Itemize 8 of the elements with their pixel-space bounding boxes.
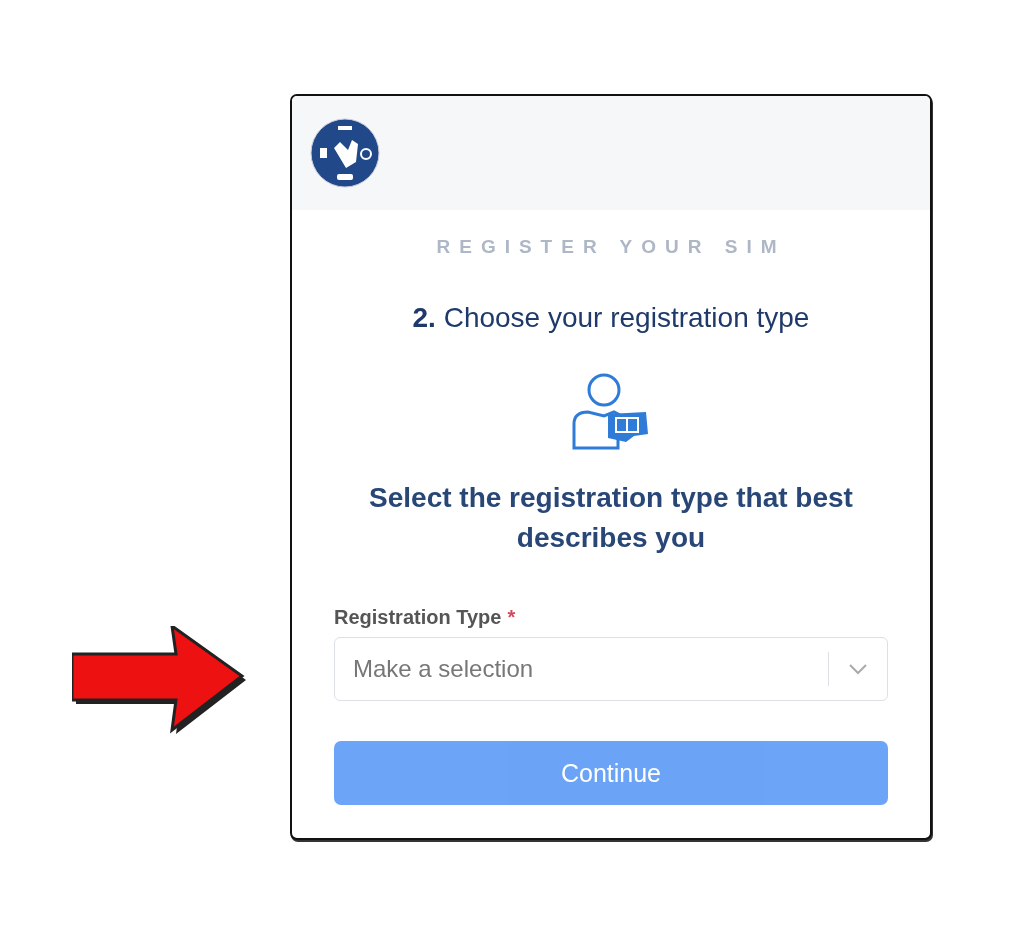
section-heading: REGISTER YOUR SIM: [436, 236, 786, 258]
registration-type-select[interactable]: Make a selection: [334, 637, 888, 701]
logo-icon: [310, 118, 380, 188]
step-title: 2. Choose your registration type: [412, 302, 810, 334]
description-text: Select the registration type that best describes you: [368, 481, 854, 555]
required-mark: *: [507, 606, 516, 629]
field-label: Registration Type: [334, 606, 502, 629]
chevron-down-icon: [847, 662, 869, 676]
